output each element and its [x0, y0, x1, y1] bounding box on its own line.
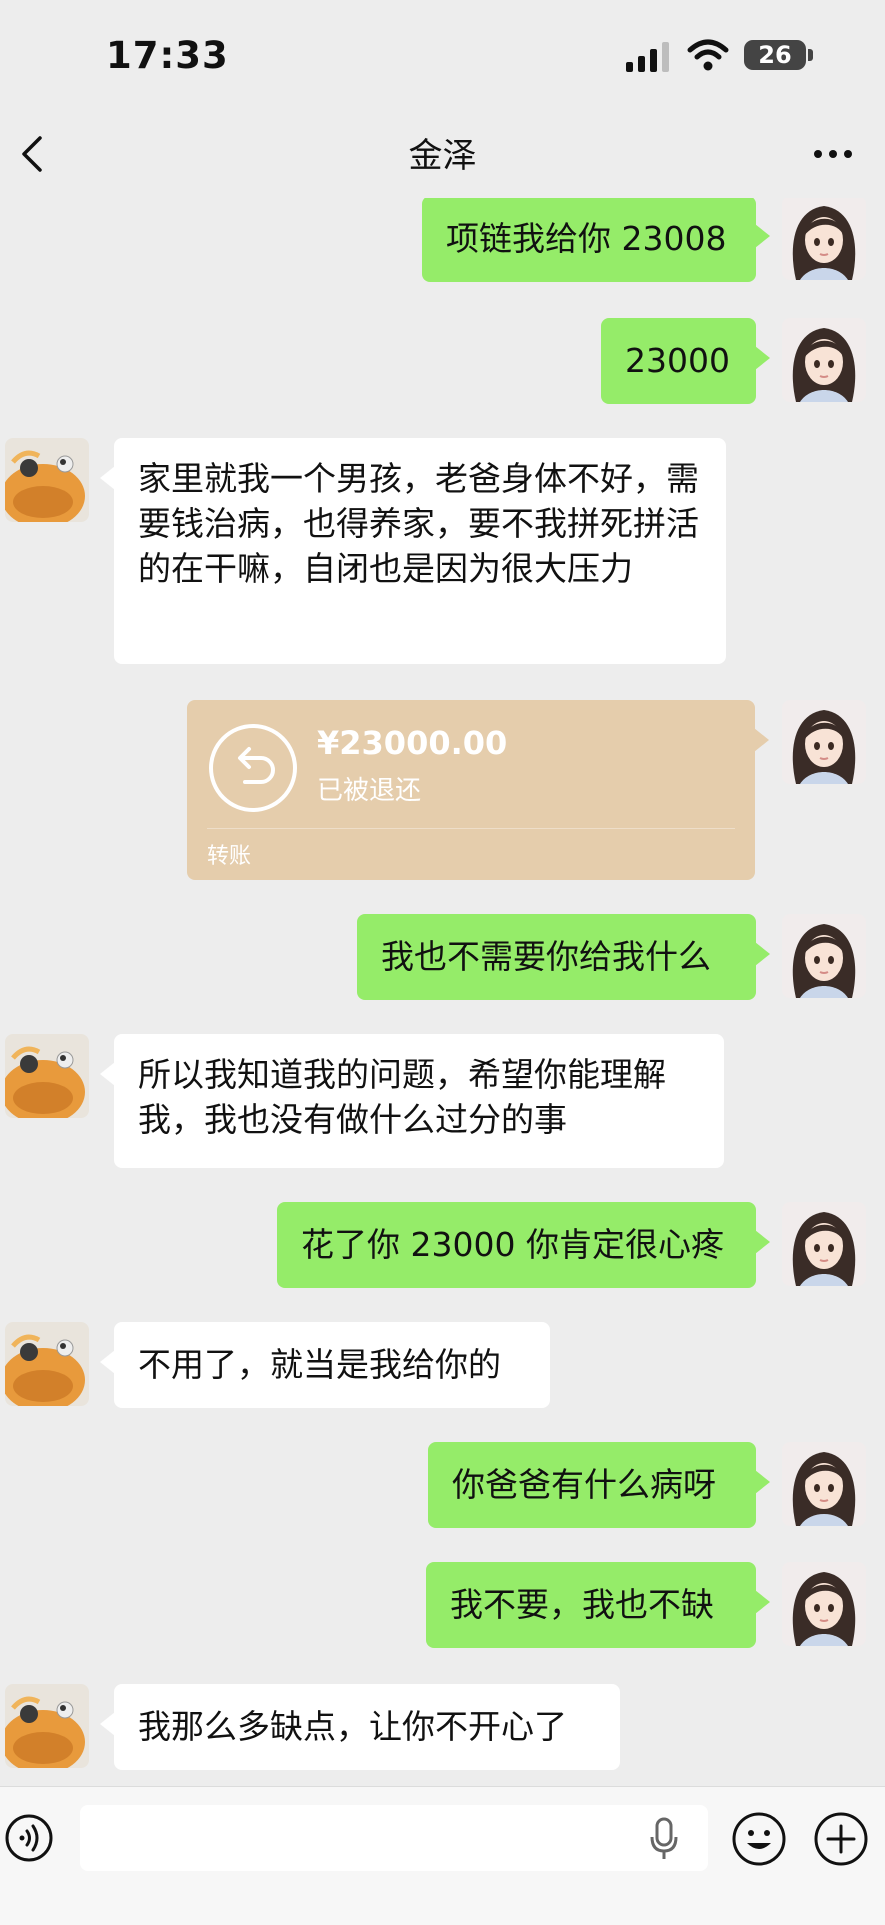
emoji-icon[interactable]: [731, 1811, 787, 1867]
message-bubble-received[interactable]: 不用了，就当是我给你的: [100, 1322, 550, 1408]
battery-indicator: 26: [744, 40, 806, 70]
chat-header: 金泽: [0, 110, 885, 198]
my-avatar[interactable]: [782, 198, 866, 280]
transfer-amount: ¥23000.00: [317, 724, 508, 762]
transfer-label: 转账: [207, 844, 252, 869]
return-arrow-icon: [209, 724, 297, 812]
status-bar: 17:33 26: [0, 0, 885, 110]
contact-avatar[interactable]: [5, 1034, 89, 1118]
contact-avatar[interactable]: [5, 1684, 89, 1768]
message-input[interactable]: [80, 1805, 708, 1871]
message-bubble-received[interactable]: 家里就我一个男孩，老爸身体不好，需要钱治病，也得养家，要不我拼死拼活的在干嘛，自…: [100, 438, 726, 664]
my-avatar[interactable]: [782, 914, 866, 998]
message-bubble-received[interactable]: 所以我知道我的问题，希望你能理解我，我也没有做什么过分的事: [100, 1034, 724, 1168]
my-avatar[interactable]: [782, 1202, 866, 1286]
plus-icon[interactable]: [813, 1811, 869, 1867]
message-bubble-received[interactable]: 我那么多缺点，让你不开心了: [100, 1684, 620, 1770]
my-avatar[interactable]: [782, 1562, 866, 1646]
wifi-icon: [687, 39, 729, 71]
transfer-divider: [207, 828, 735, 829]
message-bubble-sent[interactable]: 我也不需要你给我什么: [357, 914, 770, 1000]
battery-tip: [808, 49, 813, 61]
transfer-status: 已被退还: [317, 776, 422, 806]
voice-icon[interactable]: [4, 1813, 54, 1863]
input-bar: [0, 1786, 885, 1925]
status-time: 17:33: [106, 34, 229, 77]
message-bubble-sent[interactable]: 23000: [601, 318, 770, 404]
message-bubble-sent[interactable]: 你爸爸有什么病呀: [428, 1442, 770, 1528]
my-avatar[interactable]: [782, 1442, 866, 1526]
message-bubble-sent[interactable]: 花了你 23000 你肯定很心疼: [277, 1202, 770, 1288]
my-avatar[interactable]: [782, 318, 866, 402]
message-bubble-sent[interactable]: 我不要，我也不缺: [426, 1562, 770, 1648]
signal-icon: [626, 42, 669, 72]
my-avatar[interactable]: [782, 700, 866, 784]
chat-title: 金泽: [408, 136, 477, 176]
contact-avatar[interactable]: [5, 1322, 89, 1406]
message-list[interactable]: 项链我给你 23008 23000 家里就我一个男孩，老爸身体不好，需要钱治病，…: [0, 198, 885, 1786]
more-icon[interactable]: [810, 134, 856, 174]
mic-icon[interactable]: [648, 1817, 680, 1861]
transfer-card[interactable]: ¥23000.00 已被退还 转账: [187, 700, 769, 880]
message-bubble-sent[interactable]: 项链我给你 23008: [422, 198, 770, 282]
contact-avatar[interactable]: [5, 438, 89, 522]
